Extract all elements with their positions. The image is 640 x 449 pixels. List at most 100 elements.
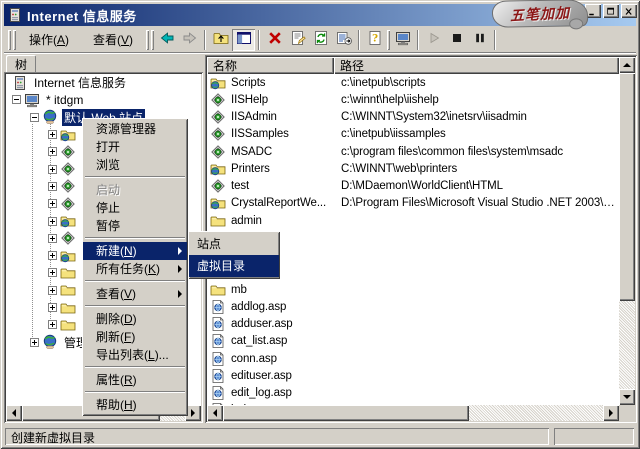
submenu-item-site[interactable]: 站点 xyxy=(189,233,279,255)
item-name: IISAdmin xyxy=(231,111,277,123)
tree-node-server-itdgm[interactable]: * itdgm xyxy=(6,91,201,108)
context-menu-item-all-tasks[interactable]: 所有任务(K) xyxy=(83,260,187,278)
expand-icon[interactable] xyxy=(48,147,57,156)
toolbar-grip[interactable] xyxy=(8,30,11,50)
menu-action[interactable]: 操作(A) xyxy=(17,28,81,51)
asp-page-icon xyxy=(210,316,226,332)
list-row-adduserasp[interactable]: adduser.asp xyxy=(207,316,619,333)
expand-icon[interactable] xyxy=(48,286,57,295)
submenu-item-virtual-directory[interactable]: 虚拟目录 xyxy=(189,255,279,277)
scroll-left-button[interactable] xyxy=(207,405,223,421)
pause-item-button[interactable] xyxy=(468,29,491,51)
show-console-tree-button[interactable] xyxy=(232,29,255,51)
web-folder-icon xyxy=(60,127,76,143)
expand-icon[interactable] xyxy=(48,182,57,191)
item-name: MSADC xyxy=(231,146,272,158)
list-row-Printers[interactable]: PrintersC:\WINNT\web\printers xyxy=(207,160,619,177)
expand-icon[interactable] xyxy=(48,268,57,277)
vertical-scrollbar xyxy=(619,57,635,405)
export-list-button[interactable] xyxy=(332,29,355,51)
site-icon xyxy=(42,334,58,350)
expand-icon[interactable] xyxy=(48,217,57,226)
list-row-MSADC[interactable]: MSADCc:\program files\common files\syste… xyxy=(207,143,619,160)
scroll-track[interactable] xyxy=(469,405,603,421)
scroll-right-button[interactable] xyxy=(603,405,619,421)
list-row-admin[interactable]: admin xyxy=(207,212,619,229)
submenu-arrow-icon xyxy=(178,247,182,255)
list-row-IISAdmin[interactable]: IISAdminC:\WINNT\System32\inetsrv\iisadm… xyxy=(207,109,619,126)
column-header-name[interactable]: 名称 xyxy=(207,57,334,74)
connect-computer-button[interactable] xyxy=(391,29,414,51)
toolbar-grip[interactable] xyxy=(13,30,16,50)
context-menu-item-delete[interactable]: 删除(D) xyxy=(83,310,187,328)
list-row-addlogasp[interactable]: addlog.asp xyxy=(207,298,619,315)
context-menu-item-pause[interactable]: 暂停 xyxy=(83,217,187,235)
toolbar-grip[interactable] xyxy=(146,30,149,50)
stop-item-button[interactable] xyxy=(445,29,468,51)
scroll-down-button[interactable] xyxy=(619,389,635,405)
context-menu: 资源管理器打开浏览启动停止暂停新建(N)所有任务(K)查看(V)删除(D)刷新(… xyxy=(82,118,188,416)
refresh-button[interactable] xyxy=(309,29,332,51)
expand-icon[interactable] xyxy=(48,165,57,174)
back-button[interactable] xyxy=(155,29,178,51)
expand-icon[interactable] xyxy=(48,199,57,208)
item-name: addlog.asp xyxy=(231,301,286,313)
expand-icon[interactable] xyxy=(48,303,57,312)
asp-page-icon xyxy=(210,368,226,384)
toolbar-grip[interactable] xyxy=(151,30,154,50)
collapse-icon[interactable] xyxy=(30,113,39,122)
item-name: IISSamples xyxy=(231,128,289,140)
context-menu-item-new[interactable]: 新建(N) xyxy=(83,242,187,260)
list-row-IISHelp[interactable]: IISHelpc:\winnt\help\iishelp xyxy=(207,91,619,108)
context-menu-item-explorer[interactable]: 资源管理器 xyxy=(83,120,187,138)
maximize-button[interactable] xyxy=(603,4,619,18)
context-menu-item-help[interactable]: 帮助(H) xyxy=(83,396,187,414)
scroll-up-button[interactable] xyxy=(619,57,635,73)
scroll-left-button[interactable] xyxy=(6,405,22,421)
properties-button[interactable] xyxy=(286,29,309,51)
expand-icon[interactable] xyxy=(48,251,57,260)
list-row-edit_logasp[interactable]: edit_log.asp xyxy=(207,385,619,402)
close-button[interactable] xyxy=(621,4,637,18)
folder-icon xyxy=(60,282,76,298)
list-row-mb[interactable]: mb xyxy=(207,281,619,298)
scroll-track[interactable] xyxy=(619,301,635,389)
context-menu-item-stop[interactable]: 停止 xyxy=(83,199,187,217)
expand-icon[interactable] xyxy=(48,234,57,243)
list-row-Scripts[interactable]: Scriptsc:\inetpub\scripts xyxy=(207,74,619,91)
context-menu-item-view[interactable]: 查看(V) xyxy=(83,285,187,303)
list-row-IISSamples[interactable]: IISSamples c:\inetpub\iissamples xyxy=(207,126,619,143)
item-name: Printers xyxy=(231,163,270,175)
column-header-path[interactable]: 路径 xyxy=(334,57,619,74)
context-menu-item-properties[interactable]: 属性(R) xyxy=(83,371,187,389)
context-menu-item-open[interactable]: 打开 xyxy=(83,138,187,156)
item-path: c:\inetpub\scripts xyxy=(341,77,617,89)
vertical-scroll-thumb[interactable] xyxy=(619,73,635,301)
start-item-button[interactable] xyxy=(422,29,445,51)
help-button[interactable]: ? xyxy=(363,29,386,51)
item-path: c:\inetpub\iissamples xyxy=(341,128,617,140)
expand-icon[interactable] xyxy=(48,130,57,139)
server-icon xyxy=(12,75,28,91)
list-row-edituserasp[interactable]: edituser.asp xyxy=(207,367,619,384)
delete-button[interactable] xyxy=(263,29,286,51)
forward-button[interactable] xyxy=(178,29,201,51)
expand-icon[interactable] xyxy=(30,338,39,347)
toolbar-grip[interactable] xyxy=(387,30,390,50)
list-row-test[interactable]: testD:\MDaemon\WorldClient\HTML xyxy=(207,178,619,195)
list-row-cat_listasp[interactable]: cat_list.asp xyxy=(207,333,619,350)
context-menu-item-refresh[interactable]: 刷新(F) xyxy=(83,328,187,346)
horizontal-scroll-thumb[interactable] xyxy=(223,405,469,421)
tree-node-root-internet-information-services[interactable]: Internet 信息服务 xyxy=(6,74,201,91)
pause-icon xyxy=(472,30,488,49)
context-menu-item-export-list[interactable]: 导出列表(L)... xyxy=(83,346,187,364)
toolbar-separator xyxy=(258,30,260,50)
up-one-level-button[interactable] xyxy=(209,29,232,51)
menu-view[interactable]: 查看(V) xyxy=(81,28,145,51)
list-row-connasp[interactable]: conn.asp xyxy=(207,350,619,367)
expand-icon[interactable] xyxy=(48,320,57,329)
collapse-icon[interactable] xyxy=(12,95,21,104)
context-menu-item-browse[interactable]: 浏览 xyxy=(83,156,187,174)
list-row-CrystalReportWe[interactable]: CrystalReportWe...D:\Program Files\Micro… xyxy=(207,195,619,212)
folder-icon xyxy=(60,300,76,316)
